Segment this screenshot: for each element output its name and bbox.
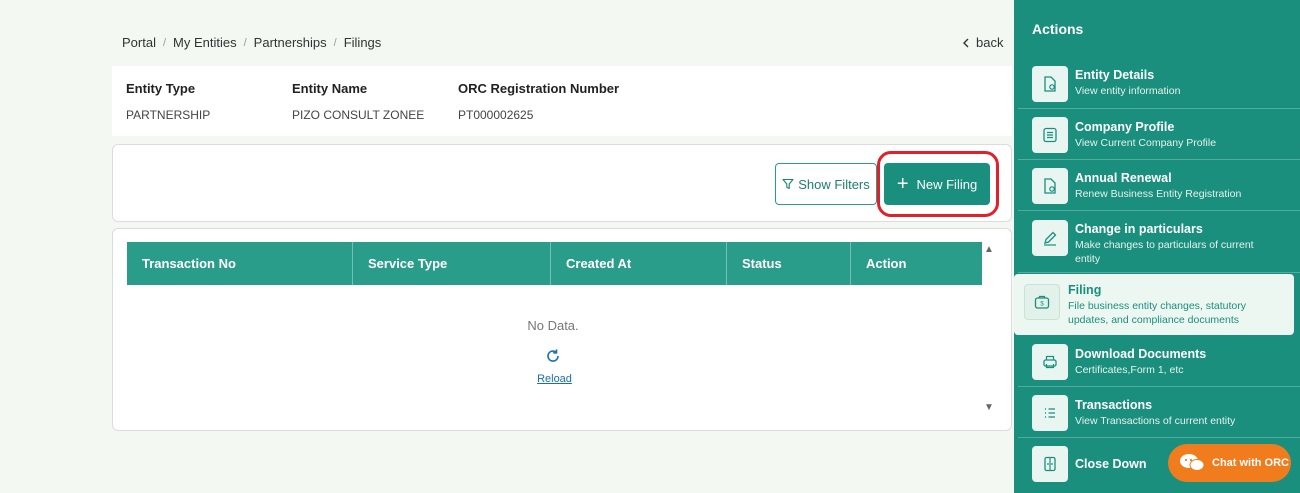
scroll-up-arrow[interactable]: ▲	[983, 244, 995, 256]
new-filing-label: New Filing	[916, 176, 978, 192]
breadcrumb-separator: /	[243, 36, 247, 49]
action-description: View Current Company Profile	[1075, 137, 1217, 149]
scroll-down-arrow[interactable]: ▼	[983, 402, 995, 414]
filter-icon	[782, 178, 794, 190]
entity-type-field: Entity Type PARTNERSHIP	[126, 81, 210, 122]
breadcrumb-my-entities[interactable]: My Entities	[173, 35, 237, 50]
column-status[interactable]: Status	[727, 242, 851, 285]
orc-registration-label: ORC Registration Number	[458, 81, 620, 96]
filings-table: Transaction No Service Type Created At S…	[112, 228, 1012, 431]
sidebar-title: Actions	[1032, 21, 1084, 37]
list-bullets-icon	[1032, 395, 1068, 431]
breadcrumb: Portal / My Entities / Partnerships / Fi…	[122, 35, 381, 50]
entity-type-value: PARTNERSHIP	[126, 108, 211, 122]
action-description: View entity information	[1075, 85, 1181, 97]
svg-text:$: $	[1040, 302, 1044, 308]
column-transaction-no[interactable]: Transaction No	[127, 242, 353, 285]
chat-label: Chat with ORC	[1212, 457, 1289, 469]
new-filing-button[interactable]: + New Filing	[884, 163, 990, 205]
action-description: Make changes to particulars of current e…	[1075, 239, 1254, 265]
briefcase-icon: $	[1024, 284, 1060, 320]
actions-sidebar: Actions Entity Details View entity infor…	[1014, 0, 1300, 493]
back-label: back	[976, 35, 1004, 50]
show-filters-label: Show Filters	[798, 176, 870, 192]
sidebar-item-download-documents[interactable]: Download Documents Certificates,Form 1, …	[1018, 337, 1300, 387]
reload-icon[interactable]	[543, 348, 563, 368]
entity-name-value: PIZO CONSULT ZONEE	[292, 108, 425, 122]
orc-registration-value: PT000002625	[458, 108, 534, 122]
action-title: Filing	[1068, 283, 1102, 297]
orc-registration-field: ORC Registration Number PT000002625	[458, 81, 619, 122]
pencil-icon	[1032, 220, 1068, 256]
door-icon	[1032, 446, 1068, 482]
printer-icon	[1032, 344, 1068, 380]
entity-name-label: Entity Name	[292, 81, 368, 96]
empty-state-text: No Data.	[527, 318, 579, 333]
document-eye-icon	[1032, 66, 1068, 102]
action-title: Annual Renewal	[1075, 171, 1172, 185]
list-icon	[1032, 117, 1068, 153]
reload-link[interactable]: Reload	[113, 373, 996, 385]
plus-icon: +	[896, 173, 909, 195]
action-title: Close Down	[1075, 457, 1147, 471]
action-title: Transactions	[1075, 398, 1153, 412]
sidebar-item-filing[interactable]: $ Filing File business entity changes, s…	[1014, 274, 1294, 335]
chat-with-orc-button[interactable]: Chat with ORC	[1168, 444, 1291, 482]
column-created-at[interactable]: Created At	[551, 242, 727, 285]
breadcrumb-separator: /	[333, 36, 337, 49]
breadcrumb-portal[interactable]: Portal	[122, 35, 156, 50]
sidebar-item-annual-renewal[interactable]: Annual Renewal Renew Business Entity Reg…	[1018, 161, 1300, 211]
entity-type-label: Entity Type	[126, 81, 196, 96]
action-description: File business entity changes, statutory …	[1068, 300, 1247, 326]
entity-name-field: Entity Name PIZO CONSULT ZONEE	[292, 81, 424, 122]
breadcrumb-separator: /	[162, 36, 167, 49]
sidebar-item-company-profile[interactable]: Company Profile View Current Company Pro…	[1018, 110, 1300, 160]
action-description: View Transactions of current entity	[1075, 415, 1236, 427]
sidebar-item-entity-details[interactable]: Entity Details View entity information	[1018, 59, 1300, 109]
action-title: Entity Details	[1075, 68, 1155, 82]
entity-info-panel: Entity Type PARTNERSHIP Entity Name PIZO…	[112, 66, 1012, 136]
action-title: Company Profile	[1075, 120, 1175, 134]
action-description: Certificates,Form 1, etc	[1075, 364, 1184, 376]
breadcrumb-filings: Filings	[343, 35, 382, 50]
chat-bubbles-icon	[1180, 454, 1205, 471]
column-action[interactable]: Action	[851, 242, 982, 285]
column-service-type[interactable]: Service Type	[353, 242, 551, 285]
action-description: Renew Business Entity Registration	[1075, 188, 1242, 200]
show-filters-button[interactable]: Show Filters	[775, 163, 877, 205]
chevron-left-icon	[963, 38, 969, 47]
filings-toolbar: Show Filters + New Filing	[112, 144, 1012, 222]
document-eye-icon	[1032, 168, 1068, 204]
sidebar-item-change-in-particulars[interactable]: Change in particulars Make changes to pa…	[1018, 212, 1300, 273]
table-header: Transaction No Service Type Created At S…	[127, 242, 982, 285]
breadcrumb-partnerships[interactable]: Partnerships	[254, 35, 327, 50]
back-link[interactable]: back	[962, 35, 1003, 50]
action-title: Download Documents	[1075, 347, 1207, 361]
sidebar-item-transactions[interactable]: Transactions View Transactions of curren…	[1018, 388, 1300, 438]
action-title: Change in particulars	[1075, 222, 1203, 236]
